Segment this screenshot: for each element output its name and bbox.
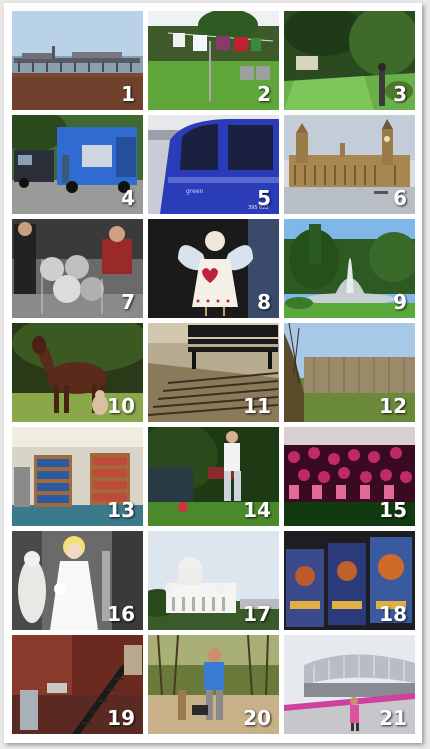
photo-tile: 20 xyxy=(148,635,279,734)
photo-tile: 10 xyxy=(12,323,143,422)
photo-number: 2 xyxy=(257,82,271,106)
photo-number: 15 xyxy=(379,498,407,522)
photo-number: 10 xyxy=(107,394,135,418)
photo-tile: 3 xyxy=(284,11,415,110)
photo-number: 14 xyxy=(243,498,271,522)
photo-tile: 9 xyxy=(284,219,415,318)
photo-number: 20 xyxy=(243,706,271,730)
photo-number: 8 xyxy=(257,290,271,314)
photo-number: 16 xyxy=(107,602,135,626)
photo-tile: 4 xyxy=(12,115,143,214)
photo-number: 21 xyxy=(379,706,407,730)
photo-tile: 14 xyxy=(148,427,279,526)
photo-tile: 15 xyxy=(284,427,415,526)
photo-tile: 17 xyxy=(148,531,279,630)
photo-tile: 12 xyxy=(284,323,415,422)
photo-number: 6 xyxy=(393,186,407,210)
photo-number: 9 xyxy=(393,290,407,314)
photo-tile: green 395 022 5 xyxy=(148,115,279,214)
svg-text:green: green xyxy=(186,188,204,195)
photo-grid: 1 2 3 4 green 395 022 5 6 7 8 9 10 11 12… xyxy=(12,11,415,734)
photo-tile: 16 xyxy=(12,531,143,630)
photo-number: 19 xyxy=(107,706,135,730)
photo-number: 17 xyxy=(243,602,271,626)
photo-number: 18 xyxy=(379,602,407,626)
photo-number: 3 xyxy=(393,82,407,106)
photo-tile: 6 xyxy=(284,115,415,214)
photo-number: 11 xyxy=(243,394,271,418)
photo-tile: 2 xyxy=(148,11,279,110)
photo-number: 5 xyxy=(257,186,271,210)
photo-tile: 7 xyxy=(12,219,143,318)
photo-number: 7 xyxy=(121,290,135,314)
photo-tile: 11 xyxy=(148,323,279,422)
photo-tile: 1 xyxy=(12,11,143,110)
photo-tile: 8 xyxy=(148,219,279,318)
photo-tile: 19 xyxy=(12,635,143,734)
photo-tile: 18 xyxy=(284,531,415,630)
photo-number: 4 xyxy=(121,186,135,210)
photo-tile: 21 xyxy=(284,635,415,734)
photo-tile: 13 xyxy=(12,427,143,526)
photo-number: 13 xyxy=(107,498,135,522)
photo-number: 1 xyxy=(121,82,135,106)
collage-frame: 1 2 3 4 green 395 022 5 6 7 8 9 10 11 12… xyxy=(4,3,422,743)
photo-number: 12 xyxy=(379,394,407,418)
